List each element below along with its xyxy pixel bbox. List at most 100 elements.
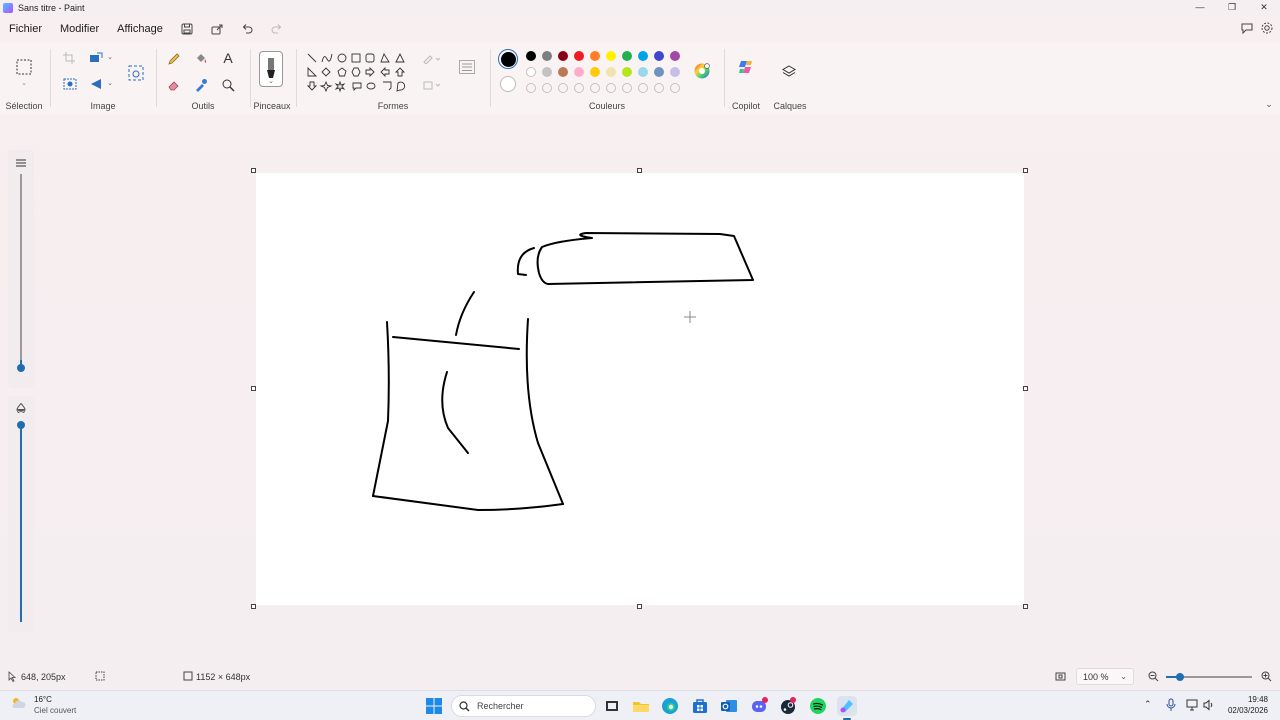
- custom-color-slot[interactable]: [542, 83, 552, 93]
- layers-icon[interactable]: [780, 63, 798, 81]
- shape-outline-icon[interactable]: [421, 53, 443, 65]
- steam-icon[interactable]: [778, 696, 798, 716]
- resize-handle-top[interactable]: [637, 168, 642, 173]
- custom-color-slot[interactable]: [654, 83, 664, 93]
- paint-taskbar-icon[interactable]: [837, 696, 857, 720]
- fill-bucket-icon[interactable]: [193, 51, 209, 67]
- color-swatch[interactable]: [590, 51, 600, 61]
- brush-dropdown-icon[interactable]: ⌄: [267, 77, 275, 85]
- opacity-slider[interactable]: [8, 396, 34, 632]
- resize-handle-top-left[interactable]: [251, 168, 256, 173]
- resize-dropdown-icon[interactable]: ⌄: [106, 53, 114, 61]
- color-swatch[interactable]: [574, 51, 584, 61]
- color-swatch[interactable]: [670, 67, 680, 77]
- color-swatch[interactable]: [574, 67, 584, 77]
- color-swatch[interactable]: [606, 67, 616, 77]
- microsoft-store-icon[interactable]: [690, 696, 710, 716]
- color-swatch[interactable]: [606, 51, 616, 61]
- rectangle-select-icon[interactable]: [14, 57, 34, 77]
- resize-handle-right[interactable]: [1023, 386, 1028, 391]
- zoom-slider-knob[interactable]: [1176, 673, 1184, 681]
- color-swatch[interactable]: [590, 67, 600, 77]
- menu-affichage[interactable]: Affichage: [108, 23, 172, 35]
- edge-browser-icon[interactable]: [660, 696, 680, 716]
- undo-icon[interactable]: [232, 18, 262, 40]
- close-icon[interactable]: ✕: [1248, 0, 1280, 14]
- resize-handle-top-right[interactable]: [1023, 168, 1028, 173]
- color-swatch[interactable]: [526, 51, 536, 61]
- color-swatch[interactable]: [558, 51, 568, 61]
- rotate-dropdown-icon[interactable]: ⌄: [106, 79, 114, 87]
- custom-color-slot[interactable]: [670, 83, 680, 93]
- windows-start-icon[interactable]: [425, 697, 443, 715]
- color-swatch[interactable]: [654, 51, 664, 61]
- taskbar-search[interactable]: Rechercher: [451, 695, 596, 717]
- color-swatch[interactable]: [622, 67, 632, 77]
- custom-color-slot[interactable]: [638, 83, 648, 93]
- shape-fill-icon[interactable]: [421, 79, 443, 91]
- resize-handle-bottom-left[interactable]: [251, 604, 256, 609]
- zoom-in-icon[interactable]: [1261, 671, 1272, 684]
- custom-color-slot[interactable]: [606, 83, 616, 93]
- copilot-icon[interactable]: [736, 57, 756, 77]
- minimize-icon[interactable]: —: [1184, 0, 1216, 14]
- text-tool-icon[interactable]: A: [220, 50, 236, 66]
- resize-handle-bottom[interactable]: [637, 604, 642, 609]
- custom-color-slot[interactable]: [526, 83, 536, 93]
- color-swatch[interactable]: [526, 67, 536, 77]
- resize-handle-left[interactable]: [251, 386, 256, 391]
- shapes-gallery[interactable]: [305, 51, 409, 97]
- weather-icon[interactable]: [10, 696, 26, 710]
- rotate-flip-icon[interactable]: [88, 77, 104, 91]
- image-select-icon[interactable]: [126, 63, 146, 83]
- color-swatch[interactable]: [542, 51, 552, 61]
- custom-color-slot[interactable]: [622, 83, 632, 93]
- selection-dropdown-icon[interactable]: ⌄: [19, 79, 29, 87]
- menu-modifier[interactable]: Modifier: [51, 23, 108, 35]
- color-swatch[interactable]: [638, 51, 648, 61]
- color-swatch[interactable]: [670, 51, 680, 61]
- discord-icon[interactable]: [749, 696, 769, 716]
- primary-color-button[interactable]: [498, 49, 518, 69]
- share-icon[interactable]: [202, 18, 232, 40]
- show-hidden-icons-icon[interactable]: ⌃: [1144, 699, 1152, 710]
- file-explorer-icon[interactable]: [631, 696, 651, 716]
- color-swatch[interactable]: [654, 67, 664, 77]
- redo-icon[interactable]: [262, 18, 292, 40]
- restore-icon[interactable]: ❐: [1216, 0, 1248, 14]
- color-swatch[interactable]: [542, 67, 552, 77]
- remove-background-icon[interactable]: [62, 77, 78, 91]
- custom-color-slot[interactable]: [590, 83, 600, 93]
- secondary-color-button[interactable]: [500, 76, 516, 92]
- menu-fichier[interactable]: Fichier: [0, 23, 51, 35]
- outlook-icon[interactable]: [719, 696, 739, 716]
- save-icon[interactable]: [172, 18, 202, 40]
- fit-to-window-icon[interactable]: [1055, 671, 1066, 684]
- color-swatch[interactable]: [558, 67, 568, 77]
- pencil-icon[interactable]: [166, 51, 182, 67]
- microphone-icon[interactable]: [1166, 698, 1176, 715]
- spotify-icon[interactable]: [808, 696, 828, 716]
- brush-size-knob[interactable]: [17, 364, 25, 372]
- color-swatch[interactable]: [622, 51, 632, 61]
- resize-handle-bottom-right[interactable]: [1023, 604, 1028, 609]
- volume-icon[interactable]: [1203, 699, 1215, 714]
- collapse-ribbon-icon[interactable]: ⌄: [1263, 99, 1275, 109]
- brush-size-slider[interactable]: [8, 150, 34, 388]
- eraser-icon[interactable]: [166, 77, 182, 93]
- settings-gear-icon[interactable]: [1260, 21, 1274, 38]
- zoom-select[interactable]: 100 % ⌄: [1076, 668, 1134, 685]
- zoom-out-icon[interactable]: [1148, 671, 1159, 684]
- magnifier-icon[interactable]: [220, 77, 236, 93]
- feedback-icon[interactable]: [1240, 21, 1254, 38]
- crop-icon[interactable]: [62, 51, 76, 65]
- color-picker-icon[interactable]: [193, 77, 209, 93]
- custom-color-slot[interactable]: [574, 83, 584, 93]
- network-icon[interactable]: [1186, 699, 1198, 714]
- drawing-canvas[interactable]: [256, 173, 1024, 605]
- color-swatch[interactable]: [638, 67, 648, 77]
- task-view-icon[interactable]: [602, 696, 622, 716]
- custom-color-slot[interactable]: [558, 83, 568, 93]
- line-size-icon[interactable]: [458, 59, 476, 75]
- edit-colors-icon[interactable]: [692, 61, 712, 81]
